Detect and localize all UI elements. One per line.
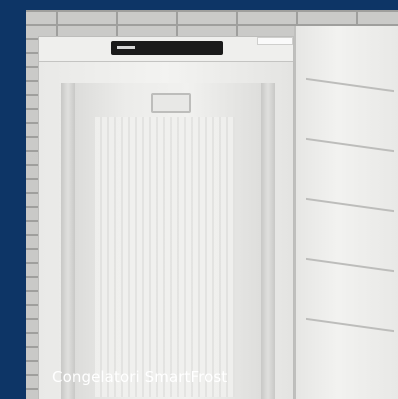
right-shelf-rail <box>261 83 275 399</box>
freezer-photo <box>26 10 398 399</box>
lock-clip-icon <box>257 37 293 45</box>
door-shelf <box>306 77 394 93</box>
digital-display <box>111 41 223 55</box>
left-shelf-rail <box>61 83 75 399</box>
display-indicator-icon <box>117 46 135 49</box>
freezer-cabinet <box>38 36 294 399</box>
open-door <box>294 26 398 399</box>
rear-evaporator-panel <box>95 117 235 397</box>
door-shelf <box>306 137 394 153</box>
product-caption: Congelatori SmartFrost <box>52 368 228 386</box>
vent-grille-icon <box>151 93 191 113</box>
control-panel <box>39 37 293 62</box>
product-card[interactable]: Congelatori SmartFrost <box>0 0 398 399</box>
door-shelf <box>306 257 394 273</box>
door-shelf <box>306 317 394 333</box>
door-shelf <box>306 197 394 213</box>
